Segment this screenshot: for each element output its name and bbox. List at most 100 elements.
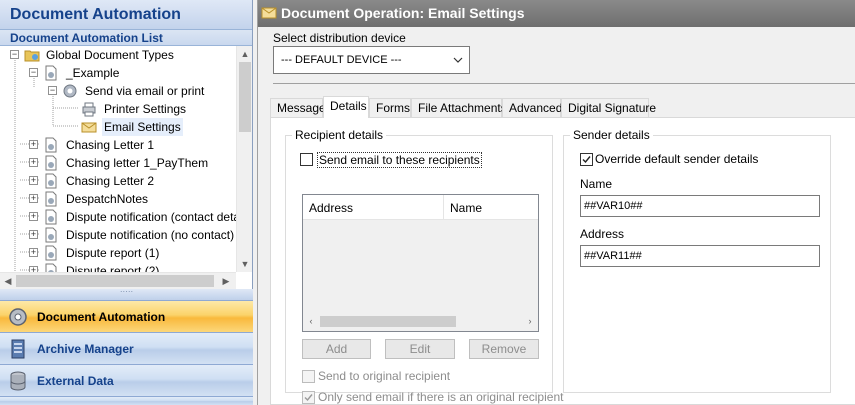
tree-item-label: Printer Settings [104,102,187,116]
tree-item-global-document-types[interactable]: − Global Document Types [0,46,236,64]
expand-icon[interactable]: + [29,140,38,149]
tree-item-label: Dispute report (2) [66,264,160,272]
right-panel: Document Operation: Email Settings Selec… [257,0,855,405]
tab-digital-signature[interactable]: Digital Signature [561,98,656,117]
document-icon [45,191,57,207]
tree-item-label: Email Settings [102,118,183,136]
remove-button[interactable]: Remove [469,339,539,359]
tree-item-chasing-letter-1[interactable]: + Chasing Letter 1 [0,136,236,154]
tree-item-example[interactable]: − _Example [0,64,236,82]
expand-icon[interactable]: + [29,212,38,221]
only-send-label: Only send email if there is an original … [318,390,564,404]
tree-vertical-scrollbar[interactable]: ▲ ▼ [236,46,252,272]
scroll-right-icon[interactable]: ▶ [218,273,234,289]
expand-icon[interactable]: + [29,176,38,185]
expand-icon[interactable]: + [29,248,38,257]
send-original-label: Send to original recipient [318,369,451,383]
printer-icon [82,102,96,117]
tree-item-label: _Example [66,66,120,80]
tree-item-dispute-report-1[interactable]: + Dispute report (1) [0,244,236,262]
name-label: Name [580,177,613,191]
scroll-up-icon[interactable]: ▲ [237,46,253,62]
tab-forms[interactable]: Forms [369,98,411,117]
database-icon [10,371,26,391]
tree-item-despatchnotes[interactable]: + DespatchNotes [0,190,236,208]
recipients-list[interactable]: Address Name ‹ › [302,194,539,332]
collapse-icon[interactable]: − [29,68,38,77]
scroll-thumb[interactable] [16,275,214,287]
tree-item-chasing-letter-2[interactable]: + Chasing Letter 2 [0,172,236,190]
scroll-thumb[interactable] [239,62,251,132]
send-original-checkbox[interactable] [302,370,315,383]
tree-item-label: Global Document Types [46,48,174,62]
gear-icon [63,84,77,98]
nav-more[interactable] [0,396,253,405]
document-icon [45,65,57,81]
document-icon [45,263,57,272]
expand-icon[interactable]: + [29,194,38,203]
sender-address-field[interactable]: ##VAR11## [580,245,820,267]
collapse-icon[interactable]: − [10,50,19,59]
distribution-value: --- DEFAULT DEVICE --- [281,54,402,66]
document-tree: − Global Document Types − _Example − Sen… [0,46,236,272]
details-tab-page: Recipient details Send email to these re… [270,117,855,405]
expand-icon[interactable]: + [29,230,38,239]
scroll-down-icon[interactable]: ▼ [237,256,253,272]
column-address[interactable]: Address [303,195,443,220]
sender-name-field[interactable]: ##VAR10## [580,195,820,217]
send-email-label: Send email to these recipients [317,152,482,168]
scroll-left-icon[interactable]: ◀ [0,273,16,289]
recipient-details-label: Recipient details [292,128,387,142]
tree-item-label: Send via email or print [85,84,205,98]
override-sender-label: Override default sender details [595,152,759,166]
column-name[interactable]: Name [444,195,538,220]
envelope-icon [261,7,277,19]
override-sender-checkbox[interactable] [580,153,593,166]
address-label: Address [580,227,625,241]
nav-document-automation[interactable]: Document Automation [0,300,253,332]
tab-file-attachments[interactable]: File Attachments [411,98,507,117]
checkmark-icon [582,156,591,164]
nav-external-data[interactable]: External Data [0,364,253,396]
add-button[interactable]: Add [302,339,371,359]
send-email-checkbox[interactable] [300,153,313,166]
tree-item-email-settings[interactable]: Email Settings [0,118,236,136]
scroll-left-icon[interactable]: ‹ [303,314,319,329]
tab-message[interactable]: Message [270,98,326,117]
tree-item-send-via-email-or-print[interactable]: − Send via email or print [0,82,236,100]
tree-item-dispute-report-2[interactable]: + Dispute report (2) [0,262,236,272]
separator [273,83,855,84]
recipient-details-group: Recipient details Send email to these re… [285,128,563,404]
tree-item-label: Dispute notification (contact details) [66,210,236,224]
tree-item-label: Dispute notification (no contact) [66,228,235,242]
expand-icon[interactable]: + [29,158,38,167]
nav-label: External Data [37,374,114,388]
folder-icon [24,50,40,62]
scroll-right-icon[interactable]: › [522,314,538,329]
tree-item-label: Chasing Letter 1 [66,138,155,152]
app-root: Document Automation Document Automation … [0,0,855,405]
list-header: Address Name [303,195,538,220]
document-icon [45,155,57,171]
tree-item-printer-settings[interactable]: Printer Settings [0,100,236,118]
tree-item-dispute-notification-contact[interactable]: + Dispute notification (contact details) [0,208,236,226]
chevron-down-icon [453,57,463,63]
tree-item-chasing-letter-1-paythem[interactable]: + Chasing letter 1_PayThem [0,154,236,172]
panel-splitter[interactable]: ····· [0,288,253,300]
scroll-thumb[interactable] [320,316,456,327]
only-send-checkbox[interactable] [302,391,315,404]
edit-button[interactable]: Edit [385,339,455,359]
tree-item-dispute-notification-no-contact[interactable]: + Dispute notification (no contact) [0,226,236,244]
nav-label: Document Automation [37,310,166,324]
tree-item-label: Chasing Letter 2 [66,174,155,188]
tree-horizontal-scrollbar[interactable]: ◀ ▶ [0,272,236,289]
distribution-label: Select distribution device [273,31,406,45]
left-panel-title: Document Automation [0,0,252,30]
tab-details[interactable]: Details [323,96,369,118]
list-horizontal-scrollbar[interactable]: ‹ › [303,313,538,330]
tree-item-label: DespatchNotes [66,192,149,206]
tab-advanced[interactable]: Advanced [502,98,562,117]
distribution-device-select[interactable]: --- DEFAULT DEVICE --- [273,46,470,74]
collapse-icon[interactable]: − [48,86,57,95]
nav-archive-manager[interactable]: Archive Manager [0,332,253,364]
